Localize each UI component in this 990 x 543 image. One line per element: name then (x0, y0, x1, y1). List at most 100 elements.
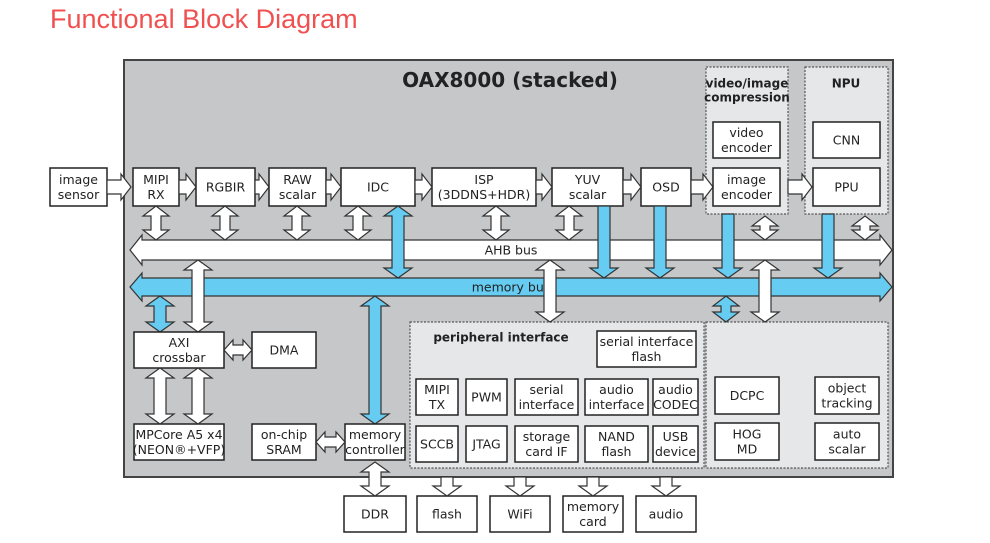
isp-block[interactable]: ISP(3DDNS+HDR) (431, 167, 537, 207)
yuv-scalar-label-line: scalar (569, 187, 607, 202)
hog-md-block[interactable]: HOGMD (714, 422, 780, 461)
dma-block[interactable]: DMA (251, 331, 317, 369)
auto-scalar-label-line: scalar (828, 442, 866, 457)
peripheral-group-title-line: peripheral interface (433, 331, 568, 345)
flash-label-line: flash (432, 507, 462, 522)
memory-card-label-line: memory (567, 499, 620, 514)
hog-md-label-line: HOG (733, 427, 762, 442)
yuv-scalar-block[interactable]: YUVscalar (551, 167, 624, 207)
memory-controller-block[interactable]: memorycontroller (344, 423, 406, 461)
dcpc-label: DCPC (730, 388, 765, 403)
pwm-block[interactable]: PWM (465, 378, 508, 416)
osd-block[interactable]: OSD (640, 167, 692, 207)
hog-md-label-line: MD (737, 442, 757, 457)
idc-label: IDC (367, 180, 389, 195)
axi-crossbar-block[interactable]: AXIcrossbar (133, 331, 225, 369)
mipi-tx-label-line: TX (428, 397, 446, 412)
mipi-rx-block[interactable]: MIPIRX (132, 167, 180, 207)
rgbir-block[interactable]: RGBIR (195, 167, 256, 207)
audio-interface-block[interactable]: audiointerface (584, 378, 649, 416)
on-chip-sram-label-line: SRAM (266, 442, 301, 457)
peripheral-output-arrow-1 (431, 476, 463, 497)
image-sensor-block[interactable]: imagesensor (49, 167, 108, 207)
peripheral-output-arrow-4 (650, 476, 682, 497)
nand-flash-label-line: flash (602, 444, 632, 459)
audio-codec-label: audioCODEC (653, 382, 698, 412)
serial-interface-flash-label-line: flash (632, 349, 662, 364)
usb-device-block[interactable]: USBdevice (652, 425, 699, 463)
flash-block[interactable]: flash (416, 495, 478, 533)
cnn-label-line: CNN (833, 133, 860, 148)
image-encoder-block[interactable]: imageencoder (712, 167, 781, 207)
video-encoder-block[interactable]: videoencoder (712, 121, 781, 159)
peripheral-group-title: peripheral interface (433, 331, 568, 345)
ahb-bus-label: AHB bus (485, 243, 538, 258)
on-chip-sram-block[interactable]: on-chipSRAM (251, 423, 317, 461)
serial-interface-label-line: interface (519, 397, 575, 412)
mipi-tx-block[interactable]: MIPITX (415, 378, 459, 416)
dcpc-label-line: DCPC (730, 388, 765, 403)
nand-flash-label-line: NAND (598, 429, 635, 444)
osd-label: OSD (652, 180, 679, 195)
yuv-scalar-label-line: YUV (574, 172, 601, 187)
auto-scalar-block[interactable]: autoscalar (814, 422, 880, 461)
audio-codec-label-line: audio (658, 382, 693, 397)
memory-card-block[interactable]: memorycard (562, 495, 624, 533)
audio-label-line: audio (649, 507, 684, 522)
image-sensor-label-line: sensor (58, 187, 100, 202)
serial-interface-flash-label-line: serial interface (600, 334, 694, 349)
dcpc-block[interactable]: DCPC (714, 376, 780, 415)
object-tracking-label: objecttracking (821, 381, 872, 411)
mipi-tx-label-line: MIPI (424, 382, 450, 397)
jtag-label: JTAG (471, 437, 500, 452)
memory-bus-label: memory bus (472, 280, 551, 295)
audio-codec-block[interactable]: audioCODEC (652, 378, 699, 416)
dma-label-line: DMA (270, 343, 299, 358)
audio-codec-label-line: CODEC (653, 397, 698, 412)
memory-controller-label-line: controller (345, 442, 405, 457)
jtag-label-line: JTAG (471, 437, 500, 452)
object-tracking-block[interactable]: objecttracking (814, 376, 880, 415)
memory-controller-label: memorycontroller (345, 427, 405, 457)
mpcore-label-line: MPCore A5 x4 (135, 427, 222, 442)
nand-flash-block[interactable]: NANDflash (584, 425, 649, 463)
raw-scalar-block[interactable]: RAWscalar (268, 167, 327, 207)
sccb-block[interactable]: SCCB (415, 425, 459, 463)
npu-group-title: NPU (832, 77, 861, 91)
image-encoder-label: imageencoder (721, 172, 773, 202)
ddr-block[interactable]: DDR (343, 495, 407, 533)
mipi-rx-label-line: RX (147, 187, 165, 202)
on-chip-sram-label-line: on-chip (261, 427, 307, 442)
pwm-label-line: PWM (471, 390, 502, 405)
rgbir-label: RGBIR (206, 180, 246, 195)
axi-crossbar-label-line: crossbar (152, 350, 206, 365)
audio-interface-label-line: interface (589, 397, 645, 412)
serial-interface-flash-block[interactable]: serial interfaceflash (596, 330, 697, 368)
jtag-block[interactable]: JTAG (465, 425, 508, 463)
idc-label-line: IDC (367, 180, 389, 195)
auto-scalar-label-line: auto (833, 427, 861, 442)
cnn-block[interactable]: CNN (812, 121, 881, 159)
storage-card-if-block[interactable]: storagecard IF (514, 425, 579, 463)
object-tracking-label-line: object (828, 381, 867, 396)
ppu-label: PPU (834, 180, 858, 195)
memory-controller-label-line: memory (349, 427, 402, 442)
cnn-label: CNN (833, 133, 860, 148)
mipi-rx-label-line: MIPI (143, 172, 169, 187)
mpcore-block[interactable]: MPCore A5 x4(NEON®+VFP) (133, 423, 225, 461)
idc-block[interactable]: IDC (340, 167, 416, 207)
peripheral-output-arrow-3 (577, 476, 609, 497)
hog-md-label: HOGMD (733, 427, 762, 457)
sccb-label-line: SCCB (420, 437, 454, 452)
wifi-label: WiFi (507, 507, 532, 522)
image-encoder-label-line: image (727, 172, 766, 187)
ddr-label-line: DDR (361, 507, 389, 522)
raw-scalar-label: RAWscalar (279, 172, 317, 202)
audio-block[interactable]: audio (635, 495, 697, 533)
wifi-block[interactable]: WiFi (489, 495, 551, 533)
serial-interface-block[interactable]: serialinterface (514, 378, 579, 416)
isp-label-line: (3DDNS+HDR) (438, 187, 530, 202)
peripheral-output-arrow-2 (504, 476, 536, 497)
ppu-block[interactable]: PPU (812, 167, 881, 207)
compression-group-title-line: video/image (706, 77, 789, 91)
